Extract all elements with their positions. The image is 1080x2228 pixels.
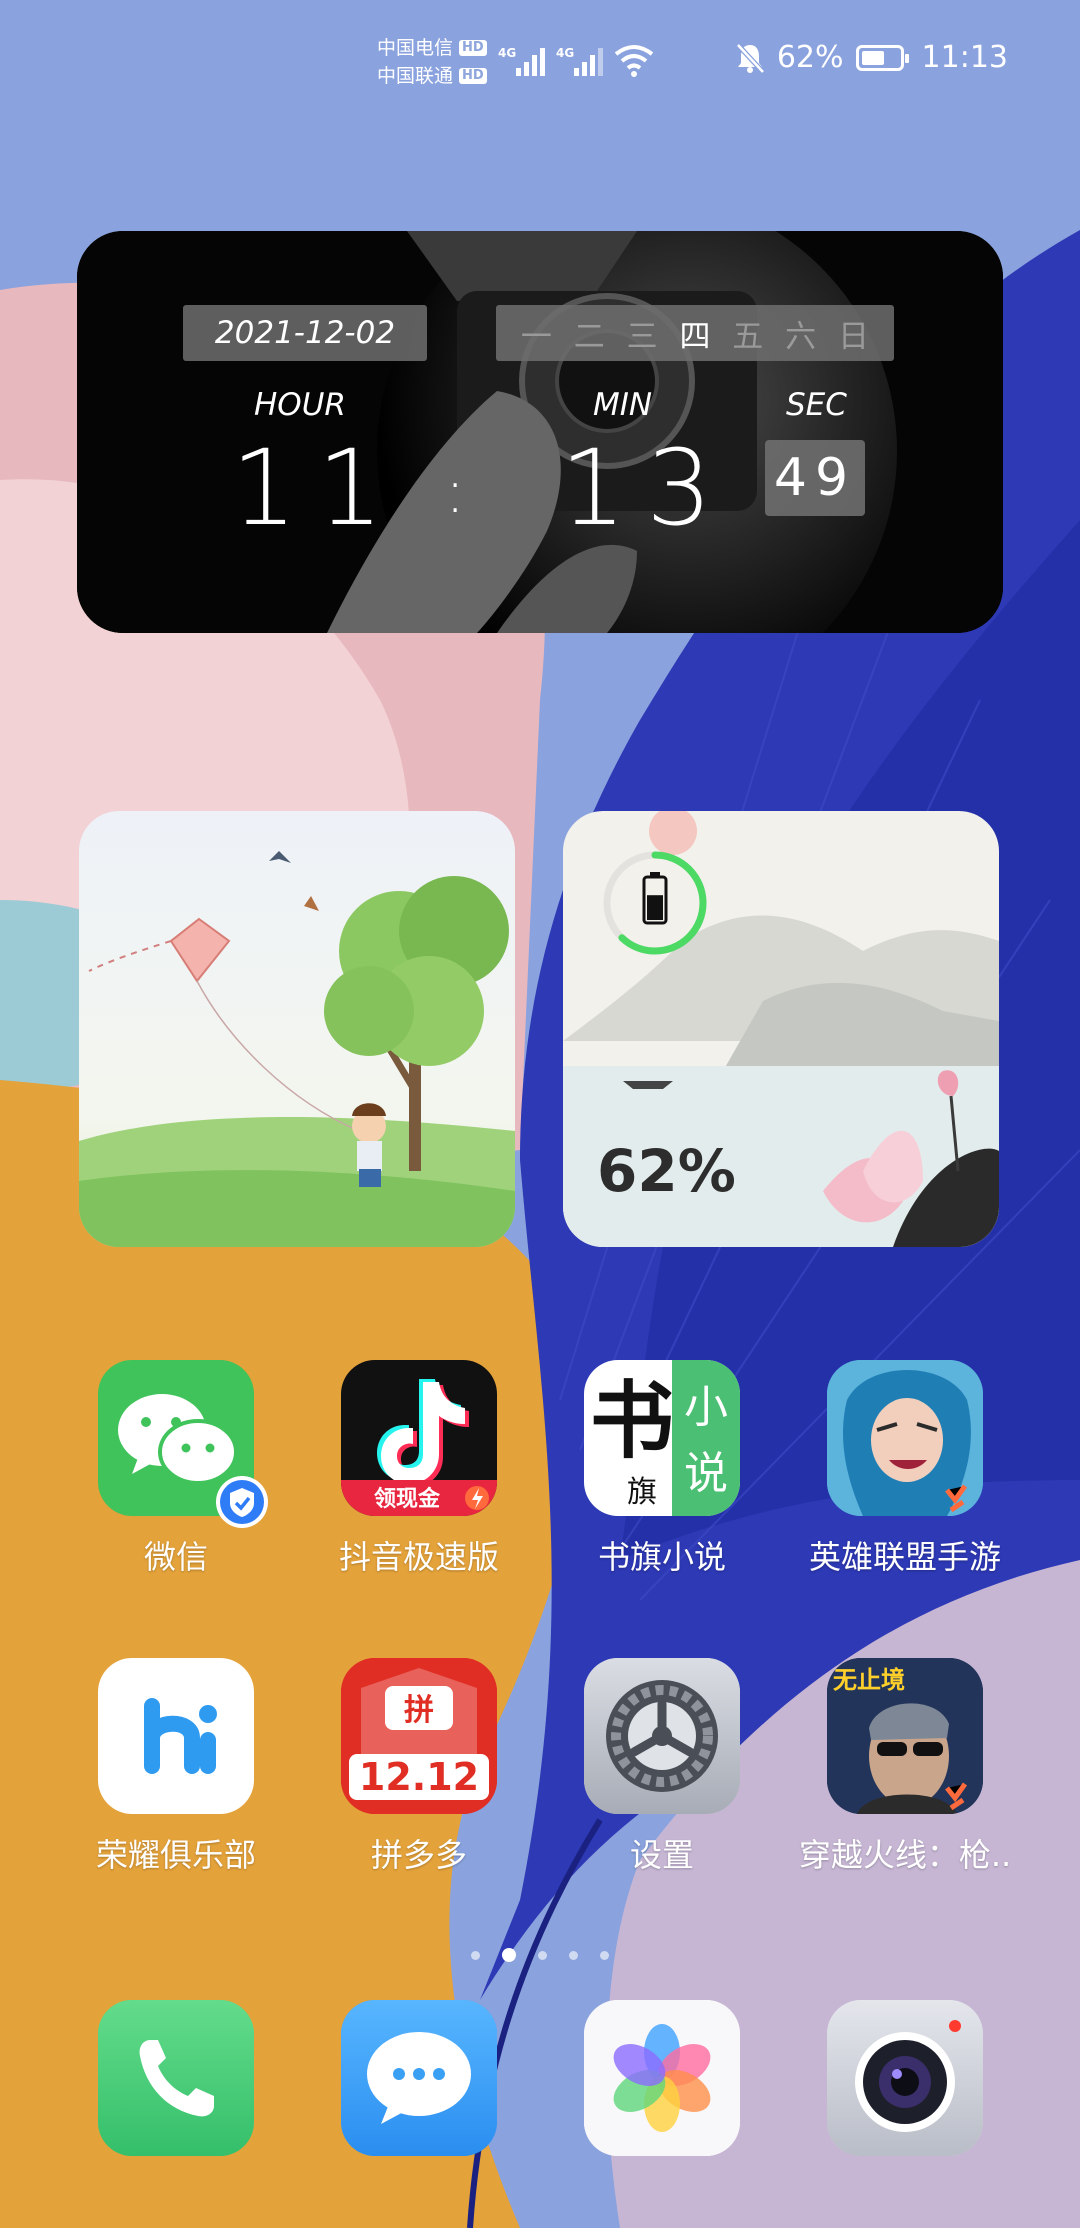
kite-photo-widget[interactable] (79, 811, 515, 1247)
carrier-2: 中国联通 (377, 65, 454, 87)
status-time: 11:13 (921, 40, 1008, 75)
battery-icon (855, 44, 909, 71)
battery-ring (603, 851, 707, 955)
crossfire-promo: 无止境 (833, 1666, 905, 1694)
camera-photo-background (77, 231, 1003, 633)
app-douyin[interactable]: 领现金 抖音极速版 (299, 1360, 539, 1578)
page-dot[interactable] (502, 1948, 516, 1962)
lol-icon (827, 1360, 983, 1516)
hd-badge: HD (459, 68, 487, 84)
page-dot[interactable] (538, 1950, 547, 1960)
dock-camera[interactable] (785, 2000, 1025, 2156)
shuqi-glyph-2: 旗 (627, 1475, 657, 1510)
battery-widget-percent: 62% (597, 1137, 736, 1205)
camera-icon (827, 2000, 983, 2156)
bell-muted-icon (736, 42, 765, 74)
pinduoduo-glyph: 拼 (404, 1693, 434, 1728)
dock-phone[interactable] (56, 2000, 296, 2156)
shuqi-glyph-4: 说 (684, 1448, 728, 1499)
weekday-1: 二 (573, 318, 605, 355)
minute-value: 13 (560, 427, 733, 549)
messages-icon (341, 2000, 497, 2156)
app-label: 抖音极速版 (338, 1538, 499, 1576)
weekday-6: 日 (837, 318, 869, 355)
carrier-1: 中国电信 (377, 37, 454, 59)
signal-icon: 4G (556, 46, 603, 76)
pinduoduo-promo: 12.12 (359, 1755, 479, 1799)
app-pinduoduo[interactable]: 拼 12.12 拼多多 (299, 1658, 539, 1876)
app-label: 拼多多 (370, 1836, 467, 1874)
weekday-0: 一 (520, 318, 552, 355)
shuqi-glyph-1: 书 (590, 1371, 674, 1470)
verified-shield-icon (216, 1476, 268, 1528)
clock-widget[interactable]: 2021-12-02 一二三四五六日 HOUR MIN SEC 11 : 13 … (77, 231, 1003, 633)
settings-icon (584, 1658, 740, 1814)
app-label: 英雄联盟手游 (808, 1538, 1001, 1576)
network-type-2: 4G (556, 46, 574, 60)
app-label: 设置 (629, 1836, 694, 1874)
kite-illustration (79, 811, 515, 1247)
minute-label: MIN (593, 387, 653, 423)
honor-club-icon (98, 1658, 254, 1814)
second-value: 49 (765, 440, 865, 516)
douyin-badge-text: 领现金 (374, 1486, 441, 1512)
weekday-strip: 一二三四五六日 (496, 305, 894, 361)
page-dot[interactable] (600, 1950, 609, 1960)
battery-percent: 62% (776, 40, 844, 75)
shuqi-glyph-3: 小 (684, 1382, 728, 1433)
page-dot[interactable] (569, 1950, 578, 1960)
date-display: 2021-12-02 (183, 305, 427, 361)
weekday-5: 六 (785, 318, 817, 355)
app-wechat[interactable]: 微信 (56, 1360, 296, 1578)
weekday-2: 三 (626, 318, 658, 355)
dock-messages[interactable] (299, 2000, 539, 2156)
hour-label: HOUR (254, 387, 346, 423)
shuqi-icon: 书 旗 小 说 (584, 1360, 740, 1516)
app-shuqi[interactable]: 书 旗 小 说 书旗小说 (542, 1360, 782, 1578)
app-crossfire[interactable]: 无止境 穿越火线：枪.. (785, 1658, 1025, 1876)
app-honor-club[interactable]: 荣耀俱乐部 (56, 1658, 296, 1876)
hour-value: 11 (231, 427, 404, 549)
time-separator: : (445, 457, 486, 527)
weekday-4: 五 (732, 318, 764, 355)
weekday-3: 四 (679, 318, 711, 355)
app-label: 微信 (143, 1538, 208, 1576)
signal-icon: 4G (498, 46, 545, 76)
wifi-icon (614, 45, 654, 77)
network-type-1: 4G (498, 46, 516, 60)
page-indicator[interactable] (0, 1945, 1080, 1965)
app-label: 穿越火线：枪.. (798, 1836, 1012, 1874)
dock-gallery[interactable] (542, 2000, 782, 2156)
app-label: 荣耀俱乐部 (95, 1836, 256, 1874)
douyin-icon: 领现金 (341, 1360, 497, 1516)
app-settings[interactable]: 设置 (542, 1658, 782, 1876)
phone-icon (98, 2000, 254, 2156)
hd-badge: HD (459, 40, 487, 56)
app-label: 书旗小说 (597, 1538, 726, 1576)
battery-widget[interactable]: 62% (563, 811, 999, 1247)
status-bar: 中国电信 HD 中国联通 HD 4G 4G 62% 11:13 (0, 0, 1080, 120)
page-dot[interactable] (471, 1950, 480, 1960)
second-label: SEC (786, 387, 847, 423)
gallery-icon (584, 2000, 740, 2156)
app-lol[interactable]: 英雄联盟手游 (785, 1360, 1025, 1578)
pinduoduo-icon: 拼 12.12 (341, 1658, 497, 1814)
carrier-info: 中国电信 HD 中国联通 HD (377, 34, 487, 90)
crossfire-icon: 无止境 (827, 1658, 983, 1814)
